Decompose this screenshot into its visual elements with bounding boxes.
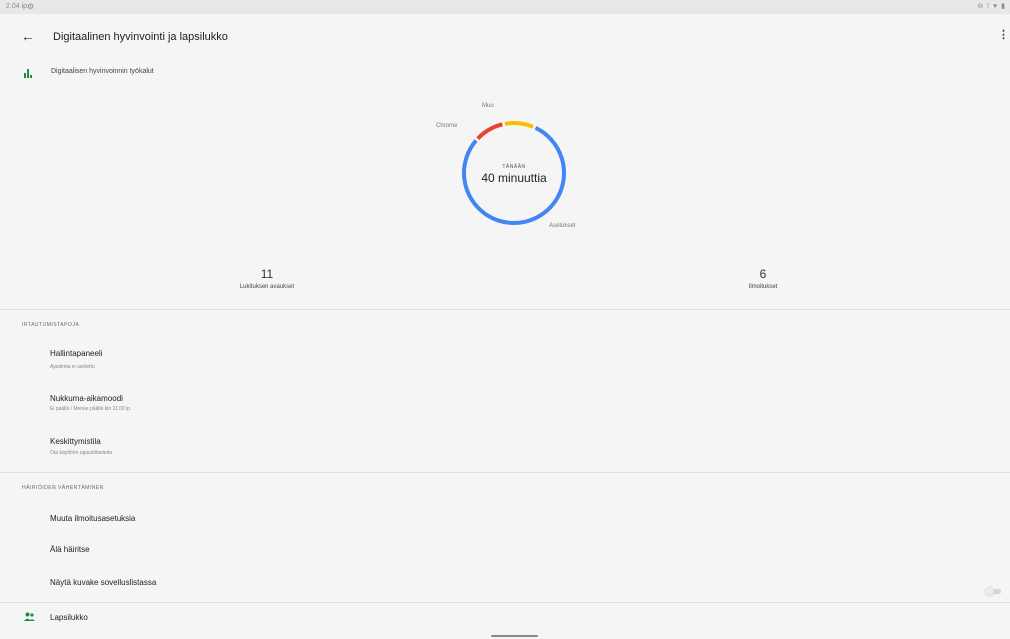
divider (0, 309, 1010, 310)
status-system-icons: ⊖ ! ♥ ▮ (977, 3, 1006, 10)
wellbeing-tools-label: Digitaalisen hyvinvoinnin työkalut (51, 68, 154, 75)
gesture-handle[interactable] (491, 635, 538, 637)
page-title: Digitaalinen hyvinvointi ja lapsilukko (53, 31, 228, 43)
notifications-caption: Ilmoitukset (748, 284, 778, 290)
donut-label-asetukset: Asetukset (549, 223, 576, 229)
people-icon (24, 612, 35, 621)
show-app-icon-title: Näytä kuvake sovelluslistassa (50, 578, 157, 587)
dashboard-title: Hallintapaneeli (50, 349, 103, 358)
toggle-thumb (985, 587, 994, 596)
notifications-count: 6 (759, 267, 767, 281)
show-app-icon-toggle[interactable] (985, 587, 1003, 596)
notifications-stat[interactable]: 6 Ilmoitukset (663, 267, 863, 290)
donut-center-caption: TÄNÄÄN (502, 164, 526, 170)
dashboard-subtitle: Ajastimia ei asetettu (50, 364, 95, 370)
settings-status-icon: ⚙ (27, 2, 35, 11)
notification-settings-title: Muuta ilmoitusasetuksia (50, 514, 136, 523)
unlocks-stat[interactable]: 11 Lukituksen avaukset (167, 267, 367, 290)
parental-controls-item[interactable]: Lapsilukko (0, 605, 1010, 631)
back-arrow-icon[interactable]: ← (21, 28, 35, 44)
divider (0, 602, 1010, 603)
more-options-icon[interactable]: ⋮ (998, 28, 1009, 41)
donut-segment-chrome[interactable] (476, 122, 503, 141)
wellbeing-tools-row[interactable]: Digitaalisen hyvinvoinnin työkalut (0, 64, 1010, 86)
unlocks-count: 11 (260, 267, 274, 281)
bar-chart-icon (24, 69, 34, 78)
bedtime-mode-title: Nukkuma-aikamoodi (50, 394, 123, 403)
do-not-disturb-item[interactable]: Älä häiritse (0, 539, 1010, 563)
status-bar: 2.04 ip. ⚙ ⊖ ! ♥ ▮ (0, 0, 1010, 14)
app-bar: ← Digitaalinen hyvinvointi ja lapsilukko… (0, 14, 1010, 58)
divider (0, 472, 1010, 473)
status-time: 2.04 ip. (6, 3, 29, 10)
unlocks-caption: Lukituksen avaukset (239, 284, 295, 290)
focus-mode-item[interactable]: Keskittymistila Ota käyttöön rajaustilan… (0, 432, 1010, 466)
donut-label-muu: Muu (482, 103, 494, 109)
focus-mode-title: Keskittymistila (50, 437, 101, 446)
show-app-icon-item[interactable]: Näytä kuvake sovelluslistassa (0, 572, 1010, 596)
notification-settings-item[interactable]: Muuta ilmoitusasetuksia (0, 508, 1010, 532)
donut-label-chrome: Chrome (436, 123, 458, 129)
parental-controls-label: Lapsilukko (50, 613, 88, 622)
section-header-disconnect: IRTAUTUMISTAPOJA (22, 322, 80, 328)
focus-mode-subtitle: Ota käyttöön rajaustilanteita (50, 450, 112, 456)
bedtime-mode-item[interactable]: Nukkuma-aikamoodi Ei päällä / Menee pääl… (0, 389, 1010, 423)
donut-center-value: 40 minuuttia (481, 171, 547, 185)
donut-segment-muu[interactable] (504, 121, 534, 129)
dashboard-item[interactable]: Hallintapaneeli Ajastimia ei asetettu (0, 344, 1010, 378)
bedtime-mode-subtitle: Ei päällä / Menee päälle klo 11.00 ip. (50, 406, 132, 412)
section-header-reduce: HÄIRIÖIDEN VÄHENTÄMINEN (22, 485, 104, 491)
do-not-disturb-title: Älä häiritse (50, 545, 90, 554)
